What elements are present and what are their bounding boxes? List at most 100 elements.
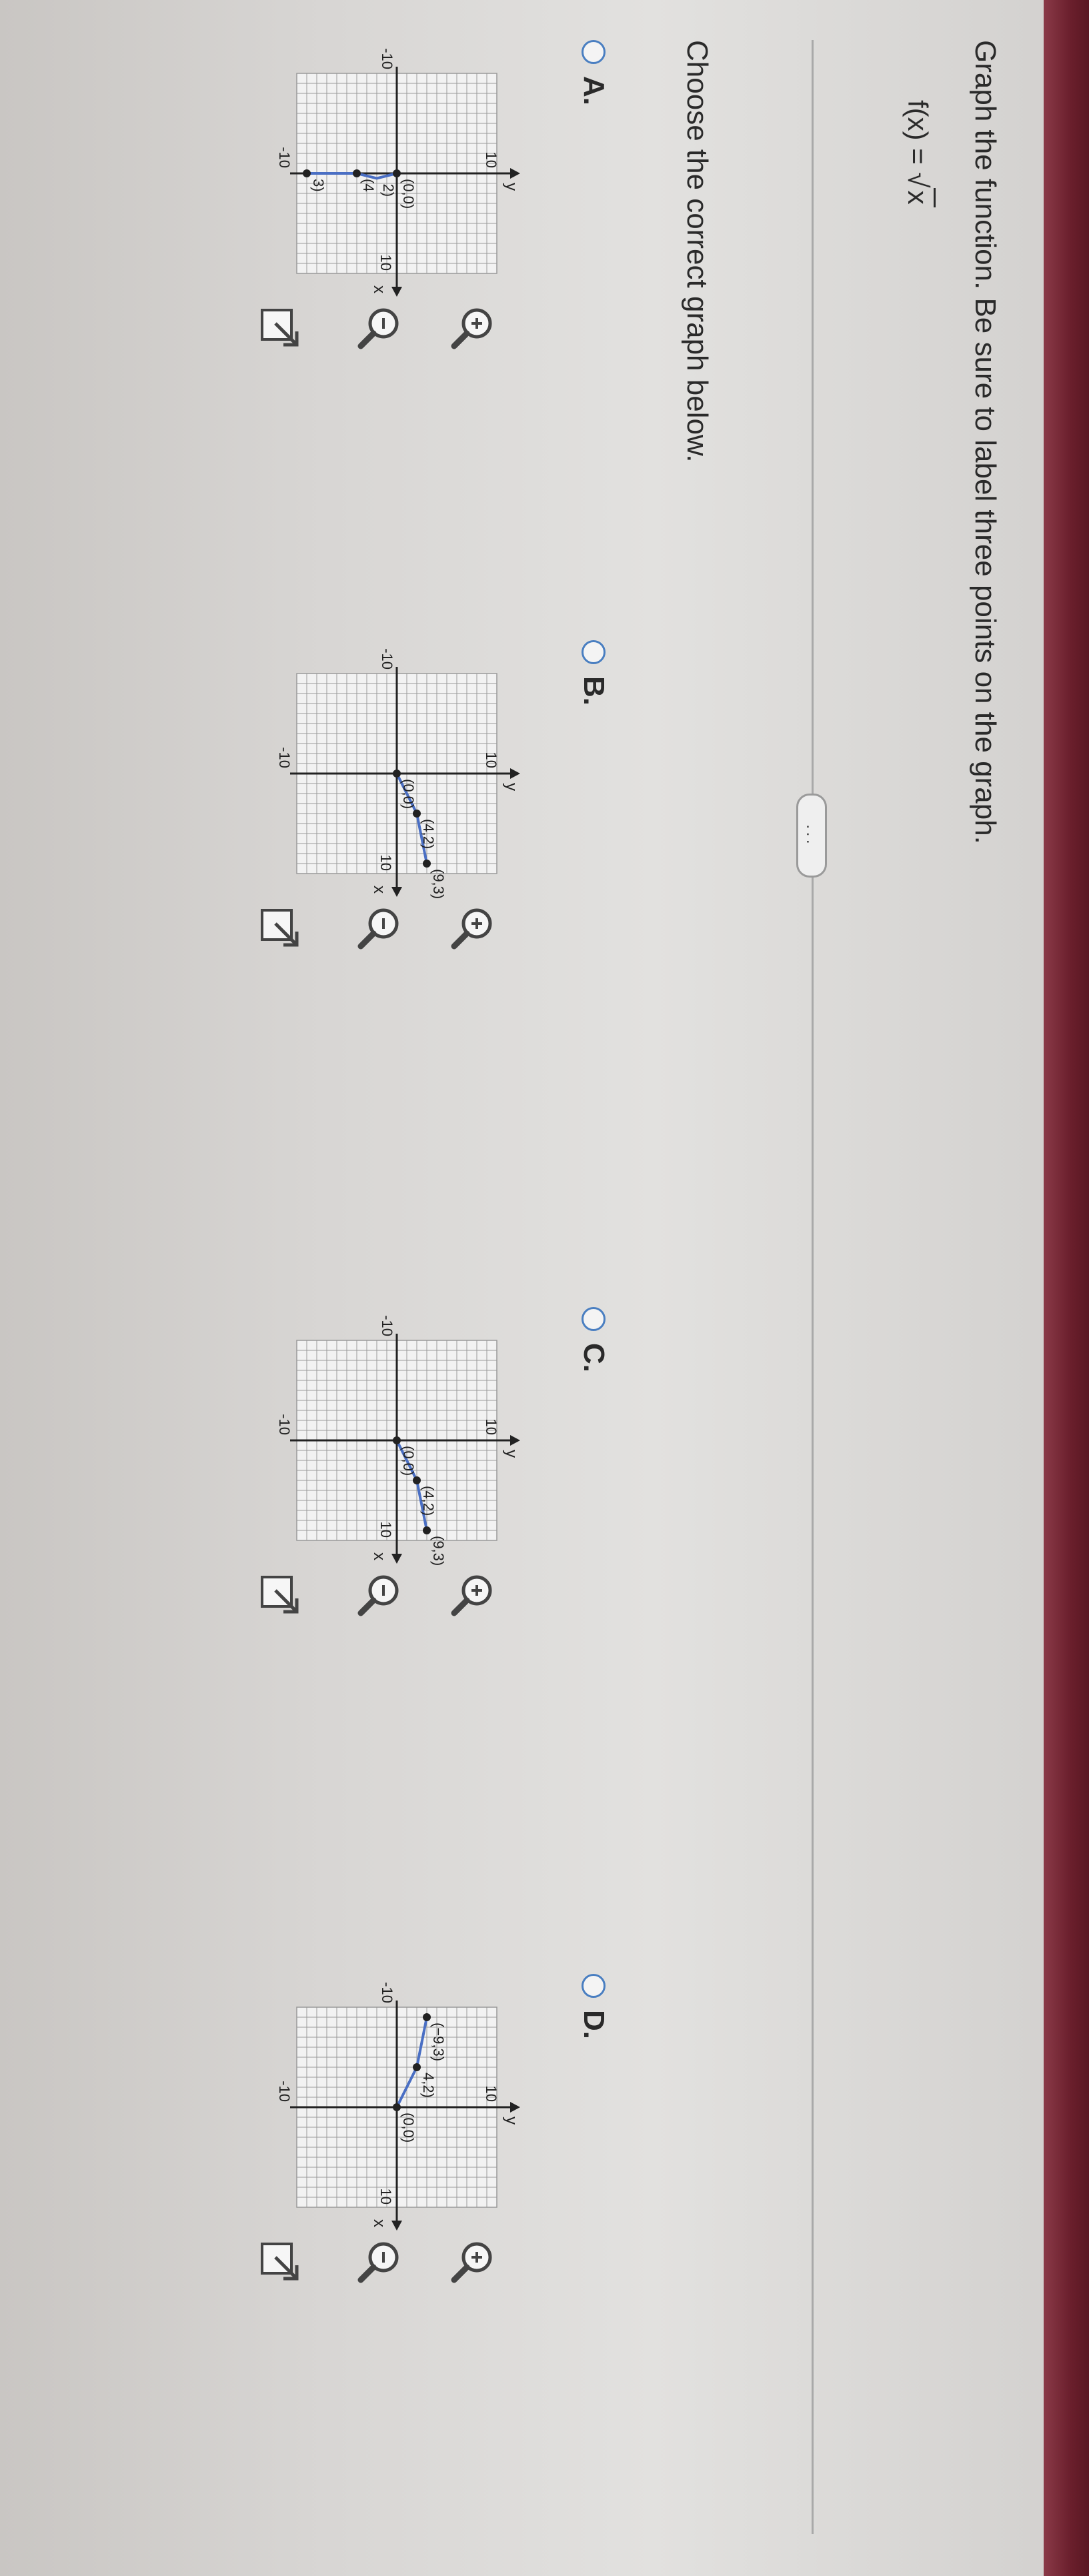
zoom-out-icon[interactable]: [355, 303, 403, 351]
coordinate-graph: y x 10 -10 -10 10 (0,0) (4 3) 2): [263, 48, 543, 297]
y-min-tick-label: -10: [276, 1414, 293, 1435]
zoom-in-icon[interactable]: [449, 904, 497, 952]
radio-button[interactable]: [582, 640, 606, 664]
popout-icon[interactable]: [255, 904, 303, 952]
x-min-tick-label: -10: [379, 1982, 395, 2003]
point-label: (0,0): [400, 779, 417, 809]
y-axis-label: y: [502, 183, 520, 191]
x-axis-label: x: [370, 886, 388, 894]
function-label: f(x) =: [902, 100, 934, 173]
sqrt-symbol: √: [902, 172, 934, 188]
graph-svg: yx10-10-1010(0,0)(4,2)(9,3): [276, 1315, 520, 1566]
question-title: Graph the function. Be sure to label thr…: [969, 40, 1002, 844]
answer-option-d[interactable]: D. y x 10 -10 -10 10 (0,0) 4,2) (−9,3): [23, 1974, 610, 2294]
option-letter: B.: [578, 676, 610, 706]
x-min-tick-label: -10: [379, 1315, 395, 1336]
option-header[interactable]: B.: [577, 640, 610, 706]
graph-tools: [203, 894, 497, 967]
plotted-point: [303, 169, 311, 177]
screen-edge: [1044, 0, 1089, 2576]
x-max-tick-label: 10: [377, 2189, 394, 2205]
answer-option-a[interactable]: A. y x 10 -10 -10 10 (0,0) (4 3) 2): [23, 40, 610, 360]
point-label: 2): [380, 184, 397, 197]
y-max-tick-label: 10: [483, 752, 499, 768]
radio-button[interactable]: [582, 1307, 606, 1331]
x-max-tick-label: 10: [377, 255, 394, 271]
plotted-point: [393, 1436, 401, 1444]
point-label: (4: [360, 179, 377, 192]
y-axis-arrow: [510, 768, 520, 779]
x-axis-label: x: [370, 285, 388, 293]
plotted-point: [423, 1526, 431, 1534]
point-label: (−9,3): [430, 2023, 447, 2061]
popout-icon[interactable]: [255, 1570, 303, 1618]
y-max-tick-label: 10: [483, 152, 499, 168]
x-max-tick-label: 10: [377, 1522, 394, 1538]
popout-icon[interactable]: [255, 303, 303, 351]
plotted-point: [413, 1476, 421, 1484]
y-axis-arrow: [510, 1435, 520, 1446]
more-button[interactable]: ...: [796, 794, 827, 878]
y-min-tick-label: -10: [276, 747, 293, 768]
radicand: x: [902, 187, 936, 207]
zoom-in-icon[interactable]: [449, 1570, 497, 1618]
y-max-tick-label: 10: [483, 1419, 499, 1435]
option-header[interactable]: D.: [577, 1974, 610, 2039]
zoom-out-icon[interactable]: [355, 2237, 403, 2285]
radio-button[interactable]: [582, 40, 606, 64]
coordinate-graph: y x 10 -10 -10 10 (0,0) (4,2) (9,3): [263, 1315, 543, 1566]
y-axis-arrow: [510, 2102, 520, 2113]
option-letter: C.: [578, 1343, 610, 1372]
x-axis-label: x: [370, 2219, 388, 2227]
plotted-point: [393, 770, 401, 778]
point-label: (0,0): [400, 2113, 417, 2143]
graph-svg: y x 10 -10 -10 10 (0,0) (4 3) 2): [276, 48, 520, 297]
option-header[interactable]: C.: [577, 1307, 610, 1372]
plotted-point: [413, 2063, 421, 2071]
zoom-in-icon[interactable]: [449, 2237, 497, 2285]
function-expression: f(x) = √x: [902, 100, 936, 207]
x-max-tick-label: 10: [377, 855, 394, 871]
plotted-point: [353, 169, 361, 177]
graph-tools: [203, 1560, 497, 1634]
option-letter: D.: [578, 2010, 610, 2039]
answer-option-c[interactable]: C. y x 10 -10 -10 10 (0,0) (4,2) (9,3): [23, 1307, 610, 1627]
answer-prompt: Choose the correct graph below.: [681, 40, 714, 463]
point-label: (4,2): [420, 1486, 437, 1516]
x-min-tick-label: -10: [379, 648, 395, 670]
plotted-point: [423, 860, 431, 868]
y-min-tick-label: -10: [276, 2081, 293, 2102]
option-header[interactable]: A.: [577, 40, 610, 105]
plotted-point: [423, 2013, 431, 2021]
zoom-out-icon[interactable]: [355, 1570, 403, 1618]
question-panel: Graph the function. Be sure to label thr…: [0, 0, 1040, 2576]
y-axis-arrow: [510, 168, 520, 179]
point-label: 3): [310, 179, 327, 192]
point-label: (4,2): [420, 819, 437, 849]
zoom-in-icon[interactable]: [449, 303, 497, 351]
x-axis-label: x: [370, 1552, 388, 1560]
coordinate-graph: y x 10 -10 -10 10 (0,0) (4,2) (9,3): [263, 648, 543, 899]
popout-icon[interactable]: [255, 2237, 303, 2285]
point-label: (0,0): [400, 179, 417, 209]
x-min-tick-label: -10: [379, 48, 395, 69]
graph-svg: yx10-10-1010(0,0)(4,2)(9,3): [276, 648, 520, 899]
coordinate-graph: y x 10 -10 -10 10 (0,0) 4,2) (−9,3): [263, 1982, 543, 2231]
plotted-point: [413, 810, 421, 818]
divider: [812, 40, 814, 2534]
y-min-tick-label: -10: [276, 147, 293, 168]
graph-tools: [203, 293, 497, 367]
graph-tools: [203, 2227, 497, 2301]
y-axis-label: y: [502, 2117, 520, 2125]
y-axis-label: y: [502, 783, 520, 791]
point-label: 4,2): [420, 2073, 437, 2098]
y-max-tick-label: 10: [483, 2086, 499, 2102]
graph-svg: y x 10 -10 -10 10 (0,0)4,2) (−9,3): [276, 1982, 520, 2231]
plotted-point: [393, 2103, 401, 2111]
option-letter: A.: [578, 76, 610, 105]
answer-option-b[interactable]: B. y x 10 -10 -10 10 (0,0) (4,2) (9,3): [23, 640, 610, 960]
radio-button[interactable]: [582, 1974, 606, 1998]
point-label: (0,0): [400, 1446, 417, 1476]
zoom-out-icon[interactable]: [355, 904, 403, 952]
plotted-point: [393, 169, 401, 177]
